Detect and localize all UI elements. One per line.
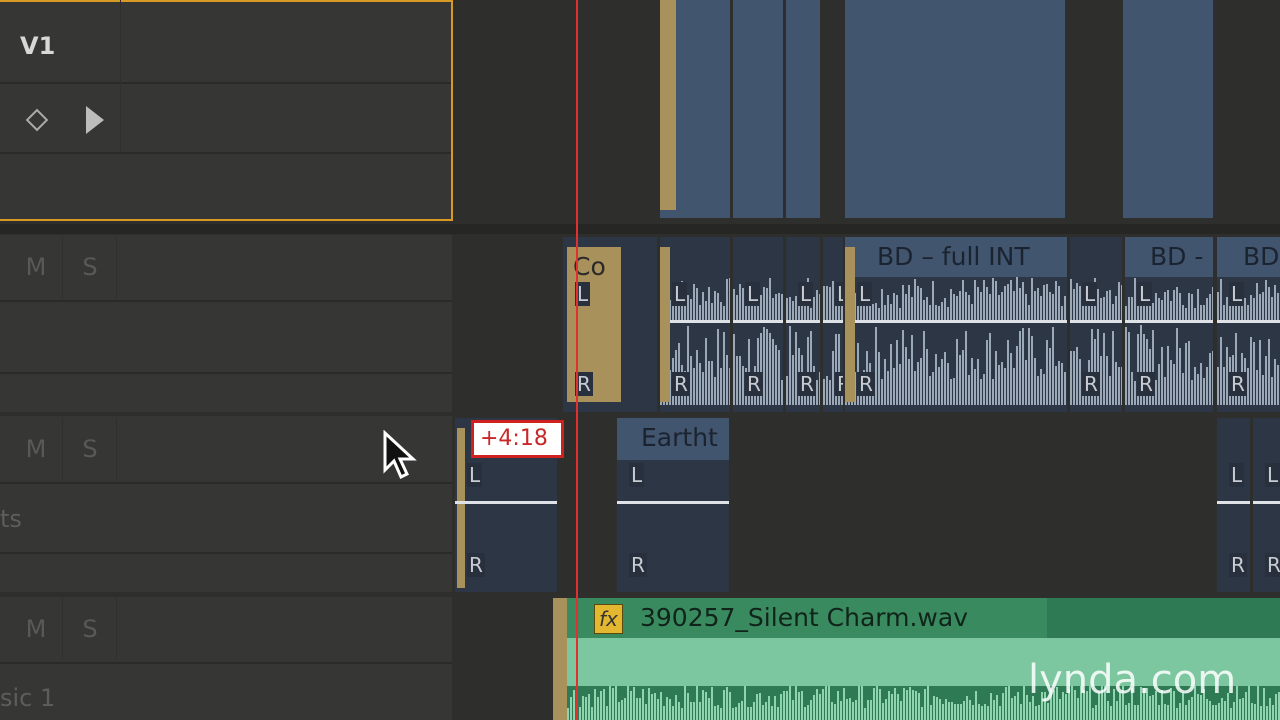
- video-clip[interactable]: [786, 0, 820, 218]
- channel-label: L: [835, 282, 843, 306]
- channel-label: R: [745, 372, 763, 396]
- track-name: ts: [0, 505, 22, 533]
- video-clip[interactable]: [845, 0, 1065, 218]
- channel-label: L: [1229, 463, 1245, 487]
- watermark-logo: lynda.com: [1028, 657, 1237, 703]
- audio-clip[interactable]: LR: [1070, 237, 1122, 412]
- clip-name: BD: [1243, 242, 1280, 271]
- solo-button[interactable]: S: [64, 236, 117, 298]
- channel-label: R: [629, 553, 647, 577]
- audio-clip[interactable]: LR: [1217, 418, 1250, 592]
- mute-button[interactable]: M: [10, 598, 63, 660]
- audio-clip[interactable]: LR: [733, 237, 783, 412]
- channel-label: R: [467, 553, 485, 577]
- channel-label: L: [672, 282, 688, 306]
- video-clip[interactable]: [660, 0, 730, 218]
- audio-clip[interactable]: LR: [660, 237, 730, 412]
- fx-badge[interactable]: fx: [594, 604, 623, 634]
- audio-clip[interactable]: LR: [1253, 418, 1280, 592]
- channel-label: R: [1082, 372, 1100, 396]
- channel-label: L: [857, 282, 873, 306]
- channel-label: L: [1137, 282, 1153, 306]
- channel-label: L: [629, 463, 645, 487]
- channel-label: R: [857, 372, 875, 396]
- video-clip[interactable]: [1123, 0, 1213, 218]
- clip-name: Eartht: [641, 423, 718, 452]
- solo-button[interactable]: S: [64, 418, 117, 480]
- track-name-v1: V1: [20, 32, 56, 60]
- offset-badge: +4:18: [471, 420, 564, 458]
- channel-label: L: [1082, 282, 1098, 306]
- channel-label: R: [672, 372, 690, 396]
- channel-label: L: [1229, 282, 1245, 306]
- clip-name: BD -: [1150, 242, 1204, 271]
- channel-label: L: [745, 282, 761, 306]
- channel-label: R: [1229, 553, 1247, 577]
- clip-name: BD – full INT: [877, 242, 1030, 271]
- mute-button[interactable]: M: [10, 418, 63, 480]
- video-clip[interactable]: [733, 0, 783, 218]
- audio-clip[interactable]: LR: [823, 237, 843, 412]
- solo-button[interactable]: S: [64, 598, 117, 660]
- v1-track-header[interactable]: [0, 0, 453, 221]
- audio-clip[interactable]: LR: [786, 237, 820, 412]
- clip-name: 390257_Silent Charm.wav: [640, 603, 968, 632]
- channel-label: L: [798, 282, 814, 306]
- channel-label: R: [1137, 372, 1155, 396]
- mute-button[interactable]: M: [10, 236, 63, 298]
- playhead[interactable]: [576, 0, 578, 720]
- channel-label: L: [467, 463, 483, 487]
- mouse-cursor-icon: [383, 430, 417, 480]
- channel-label: R: [1265, 553, 1280, 577]
- channel-label: L: [1265, 463, 1280, 487]
- channel-label: R: [798, 372, 816, 396]
- play-icon[interactable]: [86, 106, 104, 134]
- channel-label: R: [835, 372, 843, 396]
- track-name: sic 1: [0, 684, 56, 712]
- channel-label: R: [1229, 372, 1247, 396]
- audio-clip[interactable]: Eartht L R: [617, 418, 729, 592]
